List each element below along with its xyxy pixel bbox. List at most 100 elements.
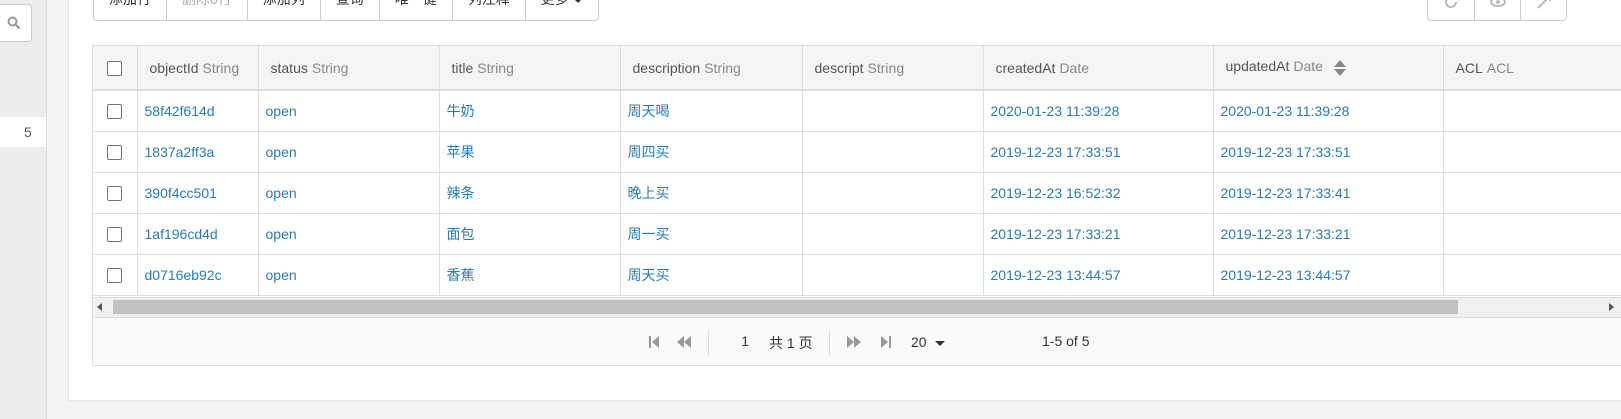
updated-at-cell[interactable]: 2019-12-23 17:33:21 (1213, 213, 1444, 255)
row-checkbox[interactable] (107, 267, 123, 283)
table-row[interactable]: 58f42f614d open 牛奶 周天喝 2020-01-23 11:39:… (93, 90, 1621, 132)
unique-key-button[interactable]: 唯一键 (378, 0, 452, 20)
title-cell[interactable]: 辣条 (439, 172, 621, 214)
object-id-cell[interactable]: 390f4cc501 (137, 172, 259, 214)
description-cell[interactable]: 周四买 (620, 131, 803, 173)
page-size-select[interactable]: 20 (911, 334, 945, 350)
updated-at-cell[interactable]: 2019-12-23 17:33:41 (1213, 172, 1444, 214)
title-cell[interactable]: 香蕉 (439, 254, 621, 296)
refresh-button[interactable] (1428, 0, 1474, 20)
status-cell[interactable]: open (258, 254, 440, 296)
row-checkbox[interactable] (107, 144, 123, 160)
object-id-cell[interactable]: 58f42f614d (137, 90, 259, 132)
column-header[interactable]: ACL ACL (1443, 46, 1621, 91)
eye-icon (1490, 0, 1506, 7)
created-at-cell[interactable]: 2019-12-23 17:33:21 (983, 213, 1214, 255)
horizontal-scrollbar[interactable] (93, 297, 1621, 317)
status-cell[interactable]: open (258, 90, 440, 132)
object-id-cell[interactable]: 1af196cd4d (137, 213, 259, 255)
row-select-cell (93, 254, 138, 296)
search-button[interactable] (0, 4, 32, 42)
refresh-icon (1445, 0, 1457, 8)
title-cell[interactable]: 面包 (439, 213, 621, 255)
description-cell[interactable]: 周天喝 (620, 90, 803, 132)
first-page-icon[interactable] (648, 335, 660, 349)
object-id-cell[interactable]: d0716eb92c (137, 254, 259, 296)
scroll-right-icon[interactable] (1609, 303, 1614, 311)
scroll-thumb[interactable] (113, 300, 1458, 314)
column-header[interactable]: descript String (802, 46, 984, 91)
column-header[interactable]: title String (439, 46, 621, 91)
page-number-input[interactable]: 1 (729, 333, 749, 349)
column-name: descript (814, 59, 864, 76)
description-cell[interactable]: 周天买 (620, 254, 803, 296)
acl-cell[interactable] (1443, 90, 1621, 132)
column-type: Date (1059, 59, 1090, 76)
column-name: updatedAt (1225, 58, 1290, 75)
query-button[interactable]: 查询 (319, 0, 379, 20)
column-header[interactable]: objectId String (137, 46, 259, 91)
updated-at-cell[interactable]: 2019-12-23 13:44:57 (1213, 254, 1444, 296)
table-row[interactable]: d0716eb92c open 香蕉 周天买 2019-12-23 13:44:… (93, 254, 1621, 296)
row-checkbox[interactable] (107, 185, 123, 201)
toggle-columns-button[interactable] (1474, 0, 1520, 20)
page-total: 共 1 页 (769, 335, 813, 351)
sidebar-count-row[interactable]: 5 (0, 117, 46, 147)
updated-at-cell[interactable]: 2019-12-23 17:33:51 (1213, 131, 1444, 173)
more-label: 更多 (541, 0, 569, 7)
row-select-cell (93, 172, 138, 214)
column-header[interactable]: createdAt Date (983, 46, 1214, 91)
row-checkbox[interactable] (107, 104, 123, 120)
column-header[interactable]: description String (620, 46, 803, 91)
updated-at-cell[interactable]: 2020-01-23 11:39:28 (1213, 90, 1444, 132)
descript-cell[interactable] (802, 254, 984, 296)
column-type: String (867, 59, 905, 76)
column-type: String (202, 59, 240, 76)
acl-cell[interactable] (1443, 213, 1621, 255)
column-comment-button[interactable]: 列注释 (451, 0, 525, 20)
acl-cell[interactable] (1443, 131, 1621, 173)
acl-cell[interactable] (1443, 254, 1621, 296)
select-all-checkbox[interactable] (107, 60, 123, 76)
column-header-sortable[interactable]: updatedAt Date (1213, 46, 1444, 91)
row-checkbox[interactable] (107, 226, 123, 242)
column-type: String (704, 59, 741, 76)
page-size-value: 20 (911, 334, 927, 350)
descript-cell[interactable] (802, 90, 984, 132)
status-cell[interactable]: open (258, 131, 440, 173)
pager-divider (829, 330, 830, 356)
created-at-cell[interactable]: 2020-01-23 11:39:28 (983, 90, 1214, 132)
scroll-left-icon[interactable] (97, 303, 102, 311)
column-header[interactable]: status String (258, 46, 440, 91)
title-cell[interactable]: 苹果 (439, 131, 621, 173)
expand-icon (1537, 0, 1551, 9)
title-cell[interactable]: 牛奶 (439, 90, 621, 132)
status-cell[interactable]: open (258, 172, 440, 214)
more-dropdown[interactable]: 更多 (524, 0, 598, 20)
created-at-cell[interactable]: 2019-12-23 17:33:51 (983, 131, 1214, 173)
previous-page-icon[interactable] (676, 335, 692, 349)
table-row[interactable]: 390f4cc501 open 辣条 晚上买 2019-12-23 16:52:… (93, 172, 1621, 214)
add-column-button[interactable]: 添加列 (246, 0, 320, 20)
descript-cell[interactable] (802, 131, 984, 173)
table-row[interactable]: 1837a2ff3a open 苹果 周四买 2019-12-23 17:33:… (93, 131, 1621, 173)
description-cell[interactable]: 晚上买 (620, 172, 803, 214)
next-page-icon[interactable] (846, 335, 862, 349)
description-cell[interactable]: 周一买 (620, 213, 803, 255)
sort-icon[interactable] (1333, 59, 1347, 77)
descript-cell[interactable] (802, 213, 984, 255)
delete-rows-button[interactable]: 删除0行 (166, 0, 247, 20)
table-row[interactable]: 1af196cd4d open 面包 周一买 2019-12-23 17:33:… (93, 213, 1621, 255)
acl-cell[interactable] (1443, 172, 1621, 214)
fullscreen-button[interactable] (1520, 0, 1566, 20)
last-page-icon[interactable] (880, 335, 892, 349)
status-cell[interactable]: open (258, 213, 440, 255)
add-row-button[interactable]: 添加行 (94, 0, 166, 20)
row-select-cell (93, 131, 138, 173)
created-at-cell[interactable]: 2019-12-23 13:44:57 (983, 254, 1214, 296)
object-id-cell[interactable]: 1837a2ff3a (137, 131, 259, 173)
record-range: 1-5 of 5 (1042, 333, 1090, 349)
descript-cell[interactable] (802, 172, 984, 214)
caret-down-icon (572, 0, 583, 3)
created-at-cell[interactable]: 2019-12-23 16:52:32 (983, 172, 1214, 214)
